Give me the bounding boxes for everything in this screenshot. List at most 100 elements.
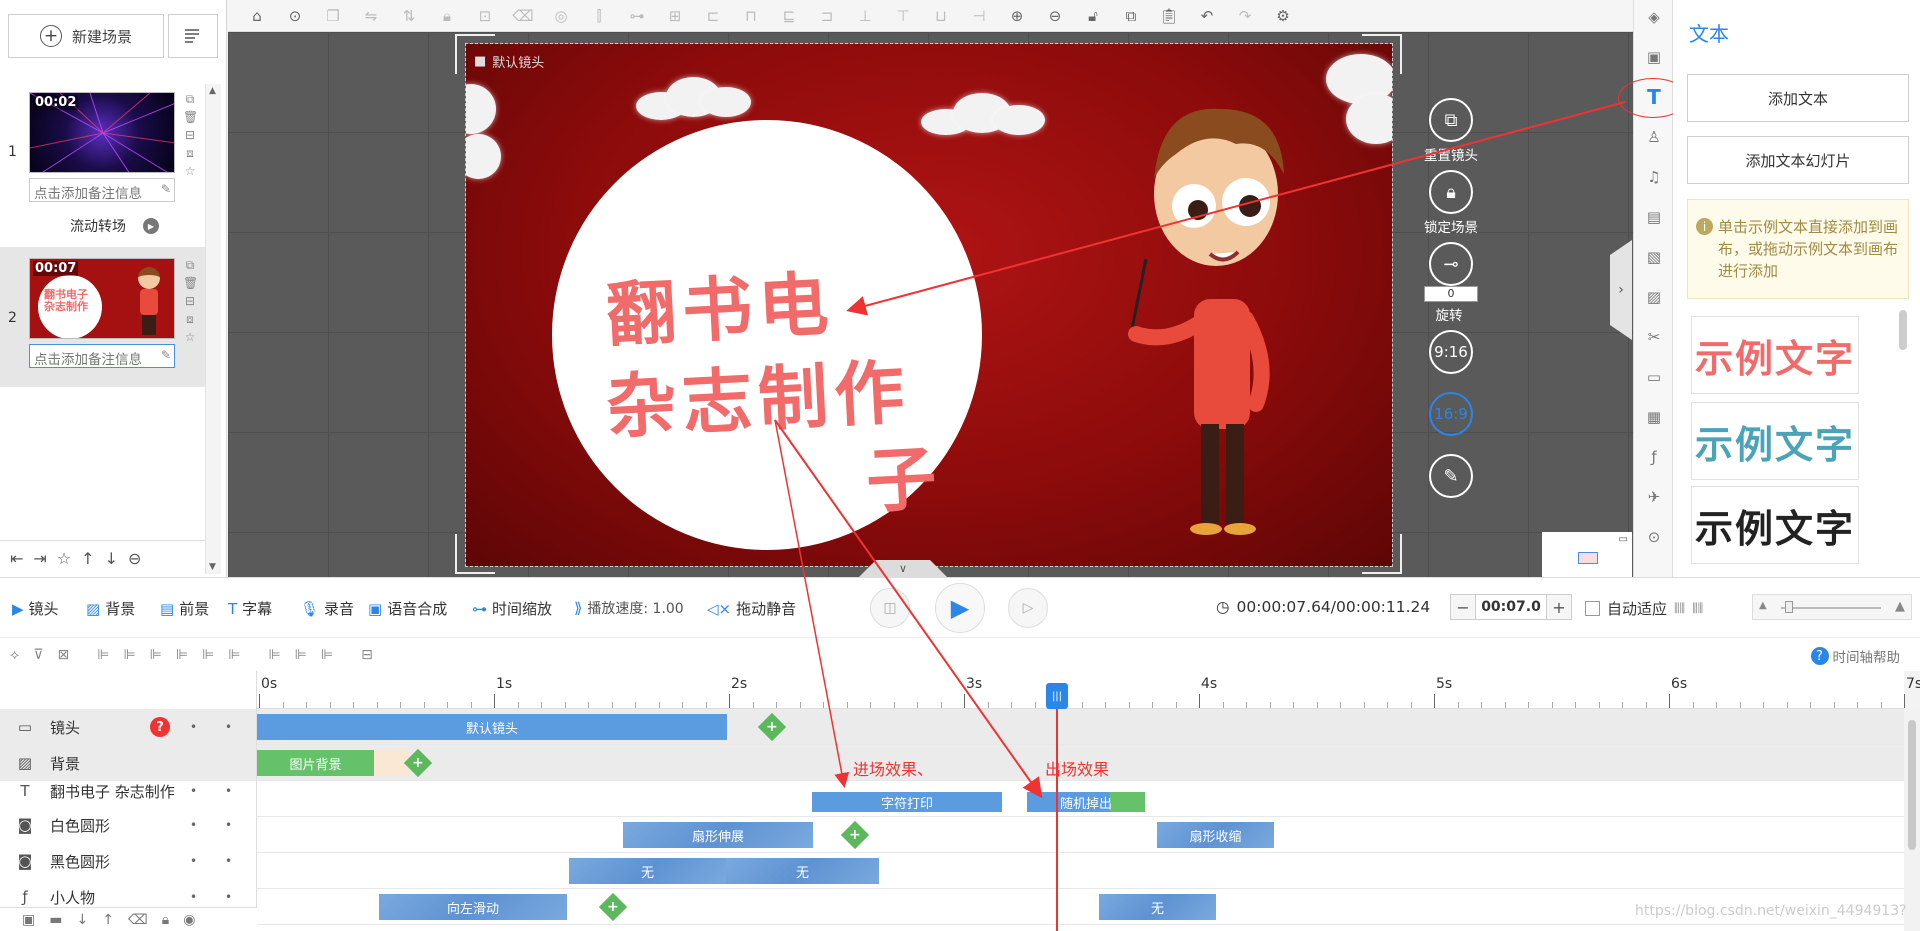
paste-icon[interactable]: 📋︎ [1150, 0, 1188, 32]
align-center-icon[interactable]: ⫿ [580, 0, 618, 32]
track-row-black-circle[interactable]: 无 无 [257, 853, 1904, 889]
more-icon[interactable]: ⊙ [1643, 526, 1665, 548]
track-row-text[interactable]: 字符打印 随机掉出 [257, 781, 1904, 817]
cartoon-character[interactable] [1106, 84, 1306, 564]
photo-icon[interactable]: ▧ [1643, 246, 1665, 268]
lock-dot[interactable]: • [225, 854, 232, 868]
copy-icon[interactable]: ⧉ [183, 92, 197, 106]
plane-icon[interactable]: ✈ [1643, 486, 1665, 508]
visibility-dot[interactable]: • [190, 720, 197, 734]
scene-item-1[interactable]: 1 00:02 点击添加备注信息 ✎ ⧉ 🗑 ⊟ ⧈ ☆ [0, 84, 205, 226]
undo-icon[interactable]: ↶ [1188, 0, 1226, 32]
align-bottom-left-icon[interactable]: ⊑ [770, 0, 808, 32]
align-hcenter-icon[interactable]: ⊥ [846, 0, 884, 32]
align-right-icon[interactable]: ⊐ [808, 0, 846, 32]
align-vcenter-icon[interactable]: ⊣ [960, 0, 998, 32]
lock-dot[interactable]: • [225, 720, 232, 734]
track-row-white-circle[interactable]: 扇形伸展 + 扇形收缩 [257, 817, 1904, 853]
play-button[interactable]: ▶ [935, 583, 985, 633]
move-down-icon[interactable]: ↓ [105, 549, 118, 568]
text-entry-clip[interactable]: 字符打印 [812, 792, 1002, 812]
tools-icon[interactable]: ✂ [1643, 326, 1665, 348]
stack-even-icon[interactable]: ⊫ [321, 647, 333, 663]
align-start-icon[interactable]: ⊫ [176, 647, 188, 663]
drag-mute-tool[interactable]: ◁× 拖动静音 [707, 598, 796, 619]
scroll-up-icon[interactable]: ▲ [209, 86, 216, 96]
move-icon[interactable]: ⧈ [183, 146, 197, 160]
play-speed-tool[interactable]: ⟫ 播放速度: 1.00 [574, 598, 684, 618]
panel-scrollbar[interactable] [1899, 310, 1907, 350]
more-icon[interactable]: ⊖ [128, 549, 141, 568]
stack-left-icon[interactable]: ⊫ [268, 647, 280, 663]
add-keyframe-icon[interactable]: + [840, 820, 870, 850]
transition-play-icon[interactable]: ▶ [143, 218, 159, 234]
black-circle-clip-a[interactable]: 无 [569, 858, 726, 884]
align-middle-icon[interactable]: ⊶ [618, 0, 656, 32]
home-icon[interactable]: ⌂ [238, 0, 276, 32]
scene-item-2[interactable]: 2 翻书电子 杂志制作 00:07 点击添加备注信息 ✎ ⧉ 🗑 ⊟ ⧈ ☆ [0, 250, 205, 392]
group-icon[interactable]: ⊡ [466, 0, 504, 32]
title-text-line3[interactable]: 子 [863, 422, 944, 527]
shape-icon[interactable]: ◈ [1643, 6, 1665, 28]
move-down-icon[interactable]: ↓ [76, 912, 88, 928]
delete-icon[interactable]: 🗑 [183, 276, 198, 290]
text-exit-clip[interactable]: 随机掉出 [1027, 792, 1145, 812]
timeline-scroll-thumb[interactable] [1908, 720, 1916, 850]
cloud[interactable] [466, 84, 506, 194]
timeline-ruler[interactable]: 0s 1s 2s 3s 4s 5s 6s 7s [257, 671, 1920, 709]
rotate-dial[interactable]: ⊸ [1429, 242, 1473, 286]
slider-thumb[interactable] [1785, 601, 1793, 613]
white-circle-entry-clip[interactable]: 扇形伸展 [623, 822, 813, 848]
copy-icon[interactable]: ⧉ [1112, 0, 1150, 32]
track-name-text[interactable]: T 翻书电子 杂志制作 • • [0, 777, 256, 805]
move-icon[interactable]: ⧈ [183, 312, 197, 326]
lock-icon[interactable]: 🔒︎ [162, 912, 169, 928]
auto-fit-checkbox[interactable] [1585, 601, 1600, 616]
align-left-icon[interactable]: ⊫ [97, 647, 109, 663]
scene-note-input[interactable]: 点击添加备注信息 ✎ [29, 344, 175, 368]
maximize-icon[interactable]: ▭ [1619, 534, 1628, 545]
keyframe-icon[interactable]: ⟡ [10, 647, 19, 663]
next-frame-button[interactable]: ▷ [1008, 588, 1048, 628]
text-sample-1[interactable]: 示例文字 [1691, 316, 1859, 394]
layer-icon[interactable]: ❐ [314, 0, 352, 32]
align-right-icon[interactable]: ⊫ [150, 647, 162, 663]
duplicate-icon[interactable]: ⊟ [183, 128, 197, 142]
move-up-icon[interactable]: ↑ [102, 912, 114, 928]
zoom-in-icon[interactable]: ⊕ [998, 0, 1036, 32]
text-sample-3[interactable]: 示例文字 [1691, 486, 1859, 564]
playhead-handle[interactable]: ||| [1046, 683, 1068, 709]
shrink-icon[interactable]: ⫼⫼ [1692, 601, 1703, 616]
add-track-icon[interactable]: ▣ [22, 912, 35, 928]
clear-icon[interactable]: ⊠ [58, 647, 70, 663]
export-list-icon[interactable]: ⊟ [361, 647, 373, 663]
align-center-icon[interactable]: ⊫ [123, 647, 135, 663]
time-stepper[interactable]: − 00:07.0 + [1450, 594, 1572, 620]
zoom-in-icon[interactable]: ▲ [1895, 599, 1905, 614]
previous-frame-button[interactable]: ◫ [870, 588, 910, 628]
visibility-dot[interactable]: • [190, 890, 197, 904]
add-keyframe-icon[interactable]: + [598, 892, 628, 922]
transition-label[interactable]: 流动转场 [70, 216, 126, 236]
rotate-input[interactable]: 0 [1424, 286, 1478, 302]
align-vbottom-icon[interactable]: ⊔ [922, 0, 960, 32]
add-keyframe-icon[interactable]: + [757, 712, 787, 742]
track-name-camera[interactable]: ▭ 镜头 ? • • [0, 709, 256, 745]
cloud[interactable] [921, 89, 1051, 139]
cloud[interactable] [636, 72, 756, 122]
mini-preview[interactable]: ▭ [1542, 532, 1632, 577]
scroll-down-icon[interactable]: ▼ [209, 562, 216, 572]
distribute-icon[interactable]: ⊞ [656, 0, 694, 32]
folder-icon[interactable]: ▬ [49, 912, 62, 928]
formula-icon[interactable]: ƒ [1643, 446, 1665, 468]
ratio-169-button[interactable]: 16:9 [1429, 392, 1473, 436]
distribute-icon[interactable]: ⊫ [228, 647, 240, 663]
stack-right-icon[interactable]: ⊫ [295, 647, 307, 663]
character-entry-clip[interactable]: 向左滑动 [379, 894, 567, 920]
film-icon[interactable]: ▦ [1643, 406, 1665, 428]
add-text-slide-button[interactable]: 添加文本幻灯片 [1687, 136, 1909, 184]
eye-icon[interactable]: ◉ [183, 912, 195, 928]
track-name-background[interactable]: ▨ 背景 [0, 745, 256, 781]
scene-scrollbar[interactable]: ▲ ▼ [205, 84, 221, 574]
align-end-icon[interactable]: ⊫ [202, 647, 214, 663]
